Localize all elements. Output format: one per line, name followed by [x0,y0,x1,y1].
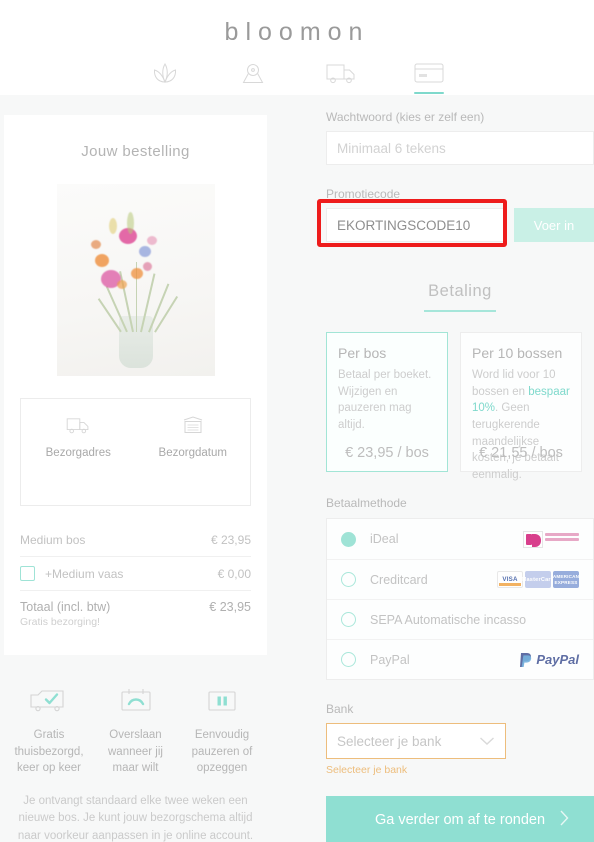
plan-desc-prefix: Betaal per boeket. Wijzigen en pauzeren … [338,369,432,432]
chevron-down-icon [479,734,495,749]
bouquet-image [56,184,215,376]
method-label: SEPA Automatische incasso [370,612,527,627]
visa-logo: VISA [497,571,523,588]
order-total-row: Totaal (incl. btw) Gratis bezorging! € 2… [20,590,251,637]
brand-logo: bloomon [224,18,370,46]
promo-code-input[interactable]: EKORTINGSCODE10 [326,208,505,242]
location-pin-icon [240,61,266,85]
order-lines: Medium bos € 23,95 +Medium vaas € 0,00 T… [20,524,251,637]
truck-icon [326,62,356,84]
delivery-info-box: Bezorgadres Bezorgdatum [20,398,251,506]
credit-card-icon [414,62,444,84]
amex-logo: AMERICAN EXPRESS [553,571,579,588]
plan-description: Word lid voor 10 bossen en bespaar 10%. … [472,367,570,484]
plan-per-bos[interactable]: Per bos Betaal per boeket. Wijzigen en p… [326,332,448,472]
password-placeholder: Minimaal 6 tekens [337,140,446,156]
password-field-group: Wachtwoord (kies er zelf een) Minimaal 6… [326,110,594,165]
plan-price: € 23,95 / bos [345,445,429,461]
calendar-skip-icon [97,681,175,721]
payment-form-column: Wachtwoord (kies er zelf een) Minimaal 6… [317,110,594,842]
line-price: € 23,95 [210,533,251,547]
plan-title: Per 10 bossen [472,345,563,361]
total-label: Totaal (incl. btw) [20,600,111,614]
delivery-address-label: Bezorgadres [45,447,111,459]
password-label: Wachtwoord (kies er zelf een) [326,110,485,124]
section-title-underline [424,310,496,312]
delivery-date-label: Bezorgdatum [158,447,227,459]
plan-description: Betaal per boeket. Wijzigen en pauzeren … [338,367,436,434]
card-logos: VISA MasterCard AMERICAN EXPRESS [497,571,579,588]
bank-label: Bank [326,702,354,716]
bank-select[interactable]: Selecteer je bank [326,723,506,759]
radio-ideal[interactable] [341,531,356,547]
step-flower[interactable] [144,56,186,90]
truck-check-icon [10,681,88,721]
payment-method-ideal[interactable]: iDeal [327,519,593,559]
promo-field-group: Promotiecode EKORTINGSCODE10 Voer in [317,187,594,247]
delivery-schedule-note: Je ontvangt standaard elke twee weken ee… [17,795,254,842]
order-line-item: Medium bos € 23,95 [20,524,251,556]
payment-method-sepa[interactable]: SEPA Automatische incasso [327,599,593,639]
benefits-list: Gratis thuisbezorgd, keer op keer Oversl… [4,681,267,777]
benefit-item: Overslaan wanneer jij maar wilt [97,681,175,777]
payment-method-list: iDeal Creditcard VISA MasterCard AMERICA… [326,518,594,680]
step-payment[interactable] [408,56,450,94]
paypal-mark-icon [520,652,532,667]
mastercard-logo: MasterCard [522,571,554,588]
paypal-logo: PayPal [519,652,579,668]
promo-label: Promotiecode [326,187,401,201]
total-price: € 23,95 [209,600,251,614]
payment-method-label: Betaalmethode [326,496,407,510]
step-address[interactable] [232,56,274,90]
plan-per-10-bossen[interactable]: Per 10 bossen Word lid voor 10 bossen en… [460,332,582,481]
password-input[interactable]: Minimaal 6 tekens [326,131,594,165]
line-name: +Medium vaas [45,566,124,581]
payment-method-paypal[interactable]: PayPal PayPal [327,639,593,679]
page-header: bloomon [0,0,594,95]
continue-button-label: Ga verder om af te ronden [374,812,546,828]
bank-error-message: Selecteer je bank [326,764,408,776]
radio-paypal[interactable] [341,652,356,667]
active-step-indicator [414,92,444,94]
radio-sepa[interactable] [341,612,356,627]
method-label: iDeal [370,532,399,546]
truck-icon [21,413,136,439]
payment-plans: Per bos Betaal per boeket. Wijzigen en p… [326,332,594,481]
benefit-item: Eenvoudig pauzeren of opzeggen [183,681,261,777]
bank-select-placeholder: Selecteer je bank [337,733,442,749]
chevron-right-icon [559,809,570,831]
radio-creditcard[interactable] [341,572,356,587]
total-note: Gratis bezorging! [20,616,100,628]
checkout-page: bloomon Jouw bestelling Bezorgadres Bezo… [0,0,594,842]
benefit-text: Eenvoudig pauzeren of opzeggen [191,729,253,775]
delivery-address-cell[interactable]: Bezorgadres [21,413,136,505]
paypal-wordmark: PayPal [536,652,579,667]
checkout-steps [0,56,594,94]
payment-method-creditcard[interactable]: Creditcard VISA MasterCard AMERICAN EXPR… [327,559,593,599]
delivery-date-cell[interactable]: Bezorgdatum [136,413,251,505]
order-line-item[interactable]: +Medium vaas € 0,00 [20,556,251,590]
plan-price: € 21,55 / bos [479,445,563,461]
benefit-text: Overslaan wanneer jij maar wilt [108,729,163,775]
order-title: Jouw bestelling [81,143,190,160]
line-name: Medium bos [20,533,86,547]
continue-button[interactable]: Ga verder om af te ronden [326,796,594,842]
method-label: Creditcard [370,572,428,587]
method-label: PayPal [370,652,410,667]
ideal-logo [523,530,579,548]
calendar-icon [136,413,251,439]
pause-icon [183,681,261,721]
line-price: € 0,00 [217,566,251,581]
order-card: Jouw bestelling Bezorgadres Bezorgdatum … [4,115,267,655]
payment-section-title: Betaling [428,282,492,300]
order-summary-column: Jouw bestelling Bezorgadres Bezorgdatum … [4,115,267,842]
promo-code-value: EKORTINGSCODE10 [337,217,471,233]
vase-checkbox[interactable] [20,566,35,581]
flower-icon [152,62,178,84]
benefit-text: Gratis thuisbezorgd, keer op keer [14,729,84,775]
plan-title: Per bos [338,345,387,361]
step-delivery[interactable] [320,56,362,90]
apply-promo-button[interactable]: Voer in [514,208,594,242]
benefit-item: Gratis thuisbezorgd, keer op keer [10,681,88,777]
